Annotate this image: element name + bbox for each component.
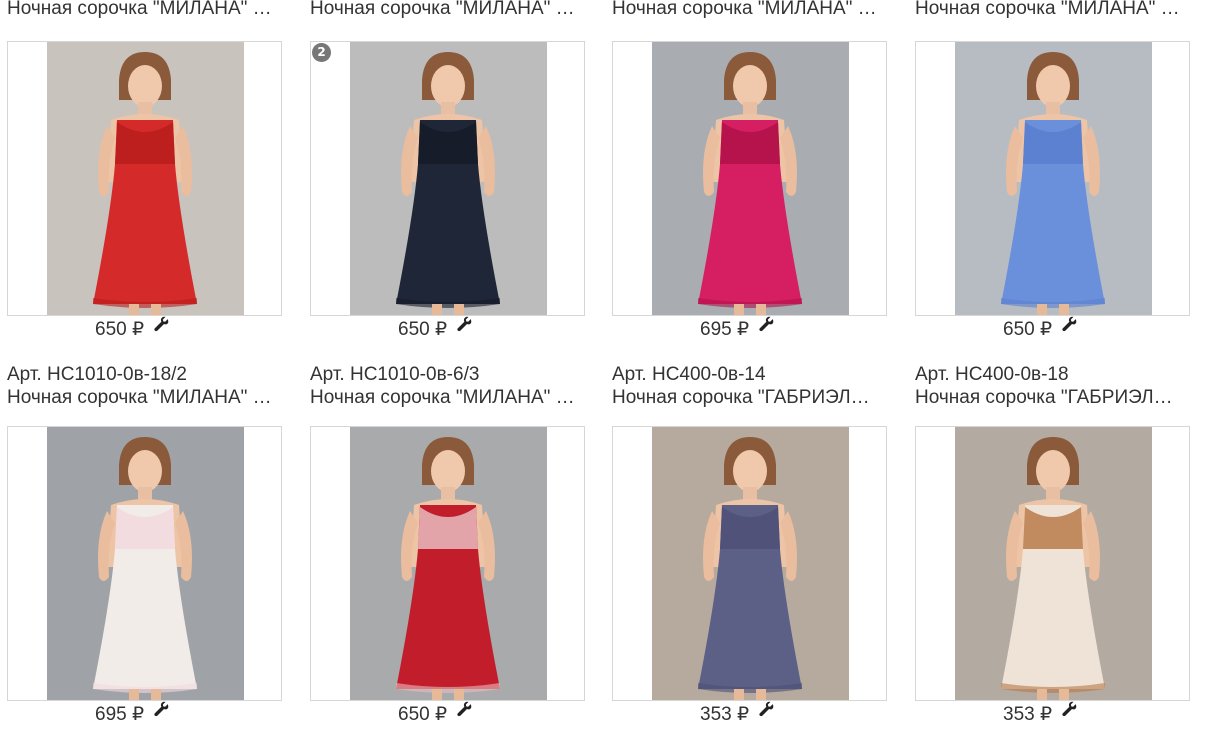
wrench-icon[interactable] xyxy=(455,700,473,718)
product-article: Арт. НС400-0в-18 xyxy=(915,364,1069,385)
product-photo xyxy=(47,427,244,700)
product-title[interactable]: Арт. НС1010-0в-18/2 Ночная сорочка "МИЛАН… xyxy=(7,363,284,409)
product-image-link[interactable] xyxy=(612,41,887,316)
product-photo-illustration xyxy=(652,42,849,315)
wrench-icon[interactable] xyxy=(757,315,775,333)
product-name[interactable]: Ночная сорочка "ГАБРИЭЛЬ" серо-синяя xyxy=(612,386,882,409)
price-currency: ₽ xyxy=(434,704,448,725)
product-photo-illustration xyxy=(350,427,547,700)
product-photo-illustration xyxy=(955,427,1152,700)
image-count-badge: 2 xyxy=(312,43,331,62)
product-name[interactable]: Ночная сорочка "МИЛАНА" (Арт. НС1010-0в-… xyxy=(7,0,277,20)
wrench-icon[interactable] xyxy=(152,700,170,718)
price-value: 695 xyxy=(700,319,732,340)
product-title[interactable]: Арт. НС400-0в-14 Ночная сорочка "ГАБРИЭЛЬ… xyxy=(612,363,889,409)
product-image-link[interactable]: 2 xyxy=(310,41,585,316)
product-photo-illustration xyxy=(47,427,244,700)
price-currency: ₽ xyxy=(131,704,145,725)
product-article: Арт. НС400-0в-14 xyxy=(612,364,766,385)
price-row: 650 ₽ xyxy=(398,700,473,727)
price-row: 650 ₽ xyxy=(95,315,170,342)
product-image-link[interactable] xyxy=(915,426,1190,701)
product-photo xyxy=(350,427,547,700)
price-row: 650 ₽ xyxy=(398,315,473,342)
product-image-link[interactable] xyxy=(915,41,1190,316)
product-title[interactable]: Ночная сорочка "МИЛАНА" (Арт. НС1010-0в-… xyxy=(310,0,587,20)
price-currency: ₽ xyxy=(736,319,750,340)
product-photo-illustration xyxy=(47,42,244,315)
price-currency: ₽ xyxy=(736,704,750,725)
product-article: Арт. НС1010-0в-18/2 xyxy=(7,364,187,385)
product-photo-illustration xyxy=(955,42,1152,315)
product-grid: Ночная сорочка "МИЛАНА" (Арт. НС1010-0в-… xyxy=(0,0,1208,729)
product-photo xyxy=(350,42,547,315)
price-row: 695 ₽ xyxy=(95,700,170,727)
price-currency: ₽ xyxy=(1039,319,1053,340)
price-currency: ₽ xyxy=(131,319,145,340)
product-title[interactable]: Арт. НС1010-0в-6/3 Ночная сорочка "МИЛАНА… xyxy=(310,363,587,409)
product-photo-illustration xyxy=(350,42,547,315)
price-row: 353 ₽ xyxy=(1003,700,1078,727)
product-photo xyxy=(652,427,849,700)
price-value: 695 xyxy=(95,704,127,725)
price-row: 695 ₽ xyxy=(700,315,775,342)
product-photo-illustration xyxy=(652,427,849,700)
product-photo xyxy=(955,427,1152,700)
product-name[interactable]: Ночная сорочка "МИЛАНА" (Арт. НС1010-0в-… xyxy=(612,0,882,20)
product-name[interactable]: Ночная сорочка "МИЛАНА" (Арт. НС1010-0в-… xyxy=(310,0,580,20)
price-value: 650 xyxy=(398,704,430,725)
price-value: 353 xyxy=(1003,704,1035,725)
product-photo xyxy=(955,42,1152,315)
product-name[interactable]: Ночная сорочка "МИЛАНА" молочная xyxy=(7,386,277,409)
price-value: 650 xyxy=(1003,319,1035,340)
product-name[interactable]: Ночная сорочка "МИЛАНА" бордовая xyxy=(310,386,580,409)
product-name[interactable]: Ночная сорочка "МИЛАНА" (Арт. НС1010-0в-… xyxy=(915,0,1185,20)
wrench-icon[interactable] xyxy=(152,315,170,333)
price-row: 353 ₽ xyxy=(700,700,775,727)
product-name[interactable]: Ночная сорочка "ГАБРИЭЛЬ" бежевая xyxy=(915,386,1185,409)
product-image-link[interactable] xyxy=(310,426,585,701)
price-currency: ₽ xyxy=(434,319,448,340)
price-value: 650 xyxy=(95,319,127,340)
wrench-icon[interactable] xyxy=(1060,315,1078,333)
product-title[interactable]: Ночная сорочка "МИЛАНА" (Арт. НС1010-0в-… xyxy=(915,0,1192,20)
product-image-link[interactable] xyxy=(612,426,887,701)
price-row: 650 ₽ xyxy=(1003,315,1078,342)
product-photo xyxy=(652,42,849,315)
product-title[interactable]: Арт. НС400-0в-18 Ночная сорочка "ГАБРИЭЛЬ… xyxy=(915,363,1192,409)
product-image-link[interactable] xyxy=(7,41,282,316)
price-value: 353 xyxy=(700,704,732,725)
product-title[interactable]: Ночная сорочка "МИЛАНА" (Арт. НС1010-0в-… xyxy=(7,0,284,20)
price-value: 650 xyxy=(398,319,430,340)
wrench-icon[interactable] xyxy=(455,315,473,333)
price-currency: ₽ xyxy=(1039,704,1053,725)
wrench-icon[interactable] xyxy=(757,700,775,718)
product-image-link[interactable] xyxy=(7,426,282,701)
product-article: Арт. НС1010-0в-6/3 xyxy=(310,364,480,385)
wrench-icon[interactable] xyxy=(1060,700,1078,718)
product-title[interactable]: Ночная сорочка "МИЛАНА" (Арт. НС1010-0в-… xyxy=(612,0,889,20)
product-photo xyxy=(47,42,244,315)
